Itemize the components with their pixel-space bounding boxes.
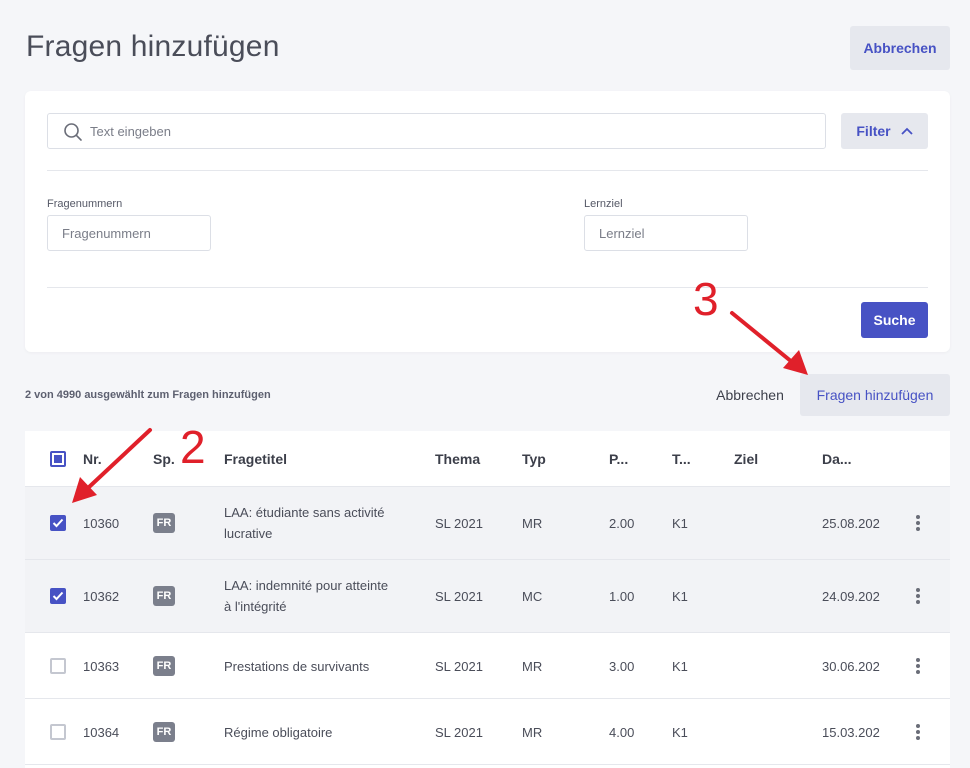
language-badge: FR	[153, 513, 175, 533]
check-icon	[52, 591, 64, 601]
more-options-icon[interactable]	[915, 515, 921, 535]
table-row[interactable]: 10364 FR Régime obligatoire SL 2021 MR 4…	[25, 699, 950, 765]
row-title-line2: lucrative	[224, 526, 273, 541]
row-typ: MC	[522, 589, 543, 604]
header-points[interactable]: P...	[609, 451, 628, 467]
lernziel-label: Lernziel	[584, 198, 623, 210]
row-typ: MR	[522, 516, 543, 531]
row-title-line1: Régime obligatoire	[224, 725, 333, 740]
row-typ: MR	[522, 659, 543, 674]
row-nr: 10362	[83, 589, 120, 604]
row-checkbox[interactable]	[50, 515, 66, 531]
selection-status: 2 von 4990 ausgewählt zum Fragen hinzufü…	[25, 389, 271, 401]
row-title-line1: Prestations de survivants	[224, 659, 370, 674]
add-questions-button[interactable]: Fragen hinzufügen	[800, 374, 950, 416]
row-thema: SL 2021	[435, 589, 483, 604]
row-date: 24.09.202	[822, 589, 880, 604]
row-title-line1: LAA: indemnité pour atteinte	[224, 578, 389, 593]
row-t: K1	[672, 589, 688, 604]
filter-label: Filter	[856, 123, 891, 139]
page-title: Fragen hinzufügen	[26, 30, 280, 63]
search-icon	[64, 123, 82, 141]
more-options-icon[interactable]	[915, 724, 921, 744]
row-checkbox[interactable]	[50, 724, 66, 740]
table-header: Nr. Sp. Fragetitel Thema Typ P... T... Z…	[25, 431, 950, 487]
row-t: K1	[672, 659, 688, 674]
cancel-button[interactable]: Abbrechen	[706, 374, 794, 416]
language-badge: FR	[153, 656, 175, 676]
header-date[interactable]: Da...	[822, 451, 852, 467]
fragenummern-field[interactable]	[47, 215, 211, 251]
search-button[interactable]: Suche	[861, 302, 928, 338]
row-checkbox[interactable]	[50, 588, 66, 604]
row-thema: SL 2021	[435, 516, 483, 531]
row-date: 30.06.202	[822, 659, 880, 674]
chevron-up-icon	[900, 127, 913, 135]
row-t: K1	[672, 516, 688, 531]
row-points: 3.00	[609, 659, 635, 674]
table-row[interactable]: 10363 FR Prestations de survivants SL 20…	[25, 633, 950, 699]
select-all-checkbox[interactable]	[50, 451, 66, 467]
header-typ[interactable]: Typ	[522, 451, 546, 467]
row-points: 2.00	[609, 516, 635, 531]
row-nr: 10364	[83, 725, 120, 740]
more-options-icon[interactable]	[915, 658, 921, 678]
check-icon	[52, 518, 64, 528]
divider	[47, 287, 928, 288]
fragenummern-label: Fragenummern	[47, 198, 123, 210]
row-nr: 10363	[83, 659, 120, 674]
row-points: 1.00	[609, 589, 635, 604]
header-ziel[interactable]: Ziel	[734, 451, 758, 467]
row-checkbox[interactable]	[50, 658, 66, 674]
row-thema: SL 2021	[435, 659, 483, 674]
search-card: Filter Fragenummern Lernziel Suche	[25, 91, 950, 352]
row-t: K1	[672, 725, 688, 740]
annotation-step-3: 3	[693, 273, 719, 325]
cancel-button-top[interactable]: Abbrechen	[850, 26, 950, 70]
more-options-icon[interactable]	[915, 588, 921, 608]
header-nr[interactable]: Nr.	[83, 451, 102, 467]
header-fragetitel[interactable]: Fragetitel	[224, 451, 287, 467]
divider	[47, 170, 928, 171]
row-typ: MR	[522, 725, 543, 740]
lernziel-field[interactable]	[584, 215, 748, 251]
search-field[interactable]	[47, 113, 826, 149]
row-title-line1: LAA: étudiante sans activité	[224, 505, 385, 520]
table-row[interactable]: 10360 FR LAA: étudiante sans activité lu…	[25, 487, 950, 560]
row-thema: SL 2021	[435, 725, 483, 740]
language-badge: FR	[153, 722, 175, 742]
header-thema[interactable]: Thema	[435, 451, 480, 467]
row-nr: 10360	[83, 516, 120, 531]
annotation-step-2: 2	[180, 421, 206, 473]
row-date: 25.08.202	[822, 516, 880, 531]
indeterminate-mark	[54, 455, 62, 463]
table-row[interactable]: 10362 FR LAA: indemnité pour atteinte à …	[25, 560, 950, 633]
row-date: 15.03.202	[822, 725, 880, 740]
header-sp[interactable]: Sp.	[153, 451, 175, 467]
header-t[interactable]: T...	[672, 451, 691, 467]
search-input[interactable]	[90, 114, 810, 148]
row-title-line2: à l'intégrité	[224, 599, 287, 614]
language-badge: FR	[153, 586, 175, 606]
row-points: 4.00	[609, 725, 635, 740]
questions-table: Nr. Sp. Fragetitel Thema Typ P... T... Z…	[25, 431, 950, 768]
filter-button[interactable]: Filter	[841, 113, 928, 149]
